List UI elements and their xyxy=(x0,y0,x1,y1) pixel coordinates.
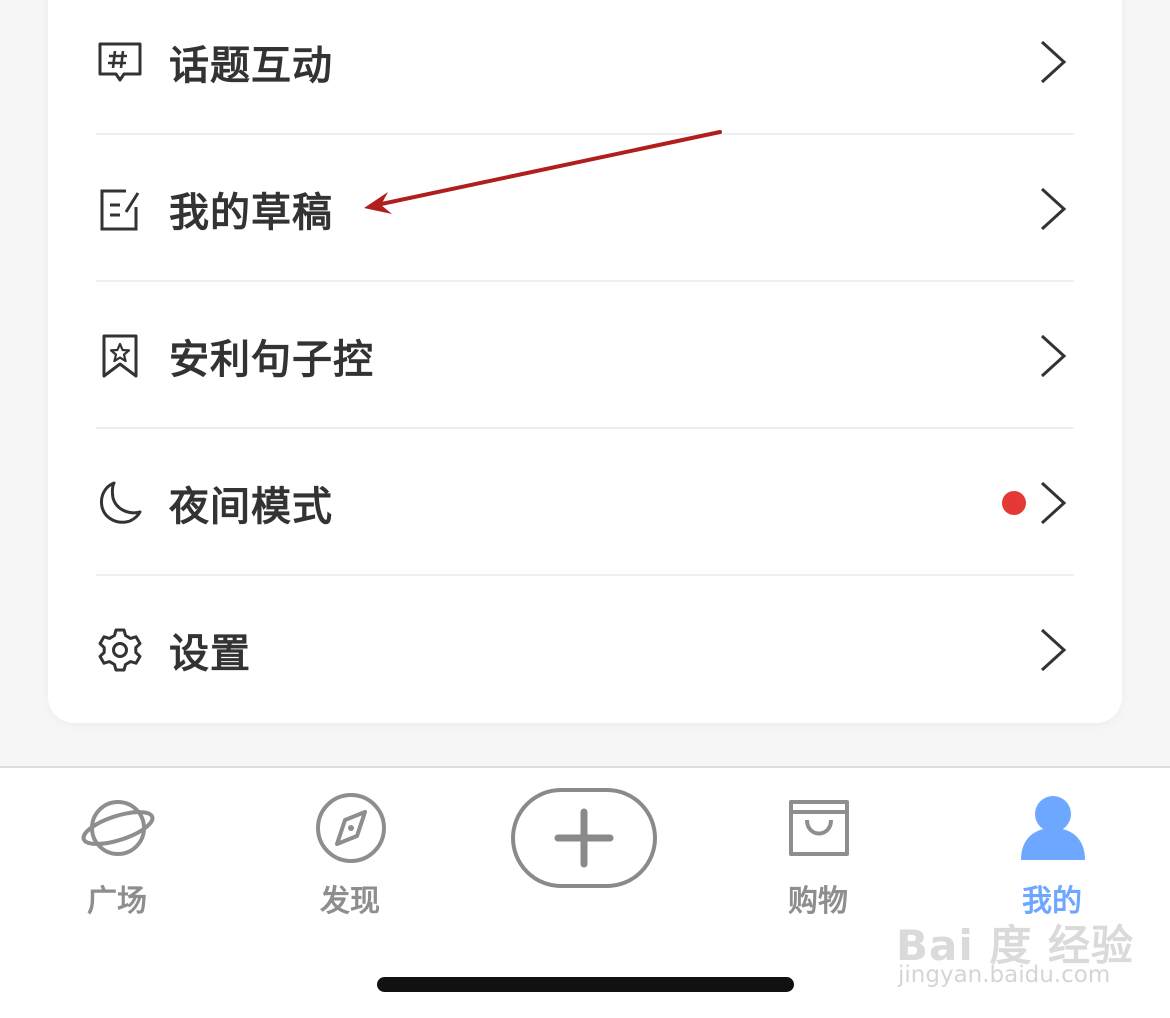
topic-hash-icon xyxy=(98,42,142,81)
home-indicator[interactable] xyxy=(377,977,794,992)
chevron-right-icon xyxy=(1040,481,1067,524)
draft-edit-icon xyxy=(100,189,140,230)
create-post-button[interactable] xyxy=(511,788,657,888)
tab-label: 我的 xyxy=(1022,884,1082,919)
compass-icon xyxy=(316,793,386,863)
tab-label: 发现 xyxy=(320,884,380,919)
chevron-right-icon xyxy=(1040,334,1067,377)
moon-icon xyxy=(100,481,142,524)
plus-icon xyxy=(554,808,614,868)
tab-mine[interactable]: 我的 xyxy=(977,790,1127,920)
tab-label: 购物 xyxy=(788,884,848,919)
tab-label: 广场 xyxy=(87,884,147,919)
planet-icon xyxy=(81,800,155,856)
gear-icon xyxy=(98,628,142,671)
menu-item-topic-interaction[interactable]: 话题互动 xyxy=(48,0,1122,135)
menu-item-settings[interactable]: 设置 xyxy=(48,576,1122,723)
menu-item-label: 话题互动 xyxy=(169,42,333,89)
chevron-right-icon xyxy=(1040,628,1067,671)
tab-shopping[interactable]: 购物 xyxy=(743,790,893,920)
menu-item-night-mode[interactable]: 夜间模式 xyxy=(48,429,1122,576)
shopping-bag-icon xyxy=(789,800,849,856)
menu-item-label: 夜间模式 xyxy=(169,483,333,530)
notification-dot xyxy=(1002,490,1026,515)
person-icon xyxy=(1021,796,1085,860)
bookmark-star-icon xyxy=(102,334,138,377)
menu-item-my-drafts[interactable]: 我的草稿 xyxy=(48,135,1122,282)
menu-item-label: 我的草稿 xyxy=(169,189,333,236)
chevron-right-icon xyxy=(1040,187,1067,230)
tab-square[interactable]: 广场 xyxy=(42,790,192,920)
menu-item-recommend-sentence[interactable]: 安利句子控 xyxy=(48,282,1122,429)
tab-discover[interactable]: 发现 xyxy=(275,790,425,920)
menu-item-label: 设置 xyxy=(169,630,251,677)
chevron-right-icon xyxy=(1040,40,1067,83)
menu-item-label: 安利句子控 xyxy=(169,336,374,383)
